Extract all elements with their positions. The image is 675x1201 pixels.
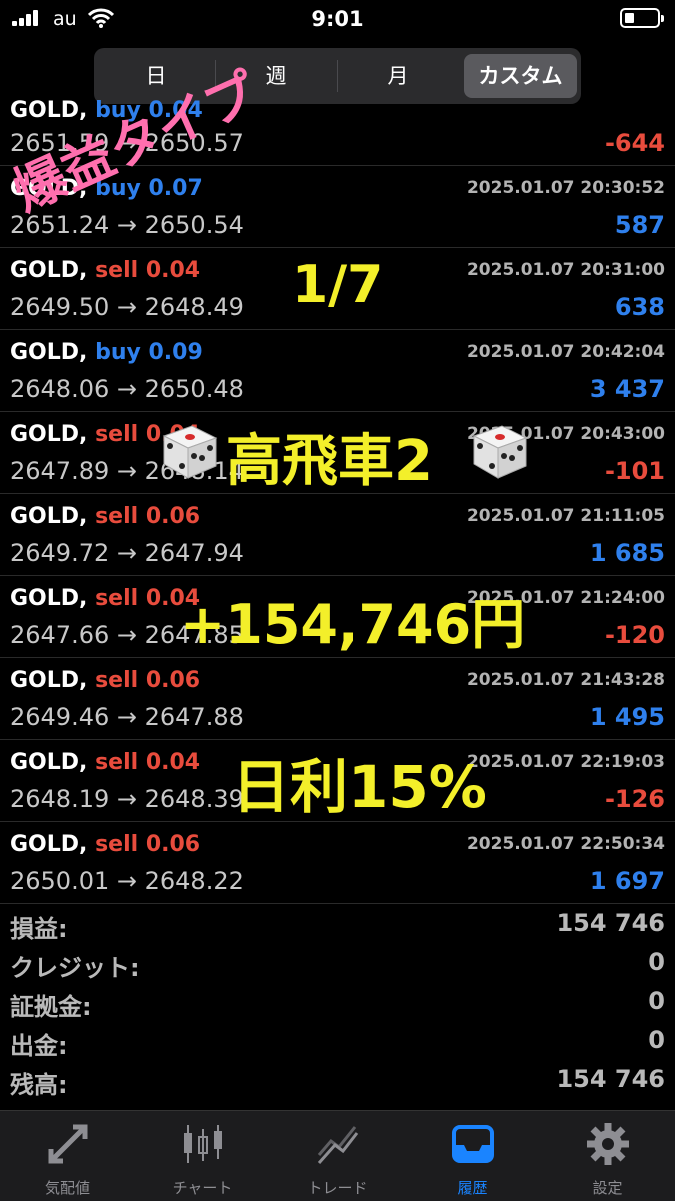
deal-time: 2025.01.07 22:50:34 (466, 834, 665, 854)
tab-bar: 気配値 チャート トレード 履歴 設定 (0, 1110, 675, 1201)
deal-prices: 2649.50 → 2648.49 (10, 293, 244, 321)
summary-label: クレジット: (10, 954, 140, 982)
overlay-date-text: 1/7 (292, 255, 384, 315)
deal-symbol: GOLD, sell 0.04 (10, 586, 201, 611)
overlay-strategy-text: 高飛車2 (226, 429, 433, 494)
deal-profit: 1 495 (589, 703, 665, 731)
tab-label: チャート (172, 1179, 233, 1197)
tab-history[interactable]: 履歴 (405, 1111, 540, 1201)
deal-prices: 2649.72 → 2647.94 (10, 539, 244, 567)
deal-profit: -120 (604, 621, 665, 649)
tab-quotes[interactable]: 気配値 (0, 1111, 135, 1201)
deal-time: 2025.01.07 21:11:05 (466, 506, 665, 526)
deal-row[interactable]: GOLD, sell 0.06 2025.01.07 22:50:34 2650… (0, 822, 675, 904)
quotes-icon (48, 1124, 88, 1164)
summary-value: 0 (648, 948, 665, 976)
trade-icon (317, 1126, 359, 1164)
deal-profit: 587 (614, 211, 665, 239)
segment-custom[interactable]: カスタム (464, 54, 577, 98)
deal-row[interactable]: GOLD, buy 0.09 2025.01.07 20:42:04 2648.… (0, 330, 675, 412)
summary-row-deposit: 証拠金: 0 (0, 983, 675, 1022)
deal-time: 2025.01.07 20:42:04 (466, 342, 665, 362)
deal-symbol: GOLD, sell 0.04 (10, 258, 201, 283)
tab-chart[interactable]: チャート (135, 1111, 270, 1201)
deal-symbol: GOLD, sell 0.06 (10, 504, 201, 529)
summary-value: 154 746 (556, 909, 665, 937)
summary-label: 出金: (10, 1032, 68, 1060)
deal-time: 2025.01.07 22:19:03 (466, 752, 665, 772)
summary-row-withdrawal: 出金: 0 (0, 1022, 675, 1061)
battery-icon (620, 8, 664, 28)
deal-time: 2025.01.07 20:30:52 (466, 178, 665, 198)
summary-row-profit: 損益: 154 746 (0, 905, 675, 944)
deal-symbol: GOLD, sell 0.04 (10, 750, 201, 775)
deal-row[interactable]: GOLD, sell 0.06 2025.01.07 21:43:28 2649… (0, 658, 675, 740)
deal-prices: 2650.01 → 2648.22 (10, 867, 244, 895)
tab-settings[interactable]: 設定 (540, 1111, 675, 1201)
dice-icon (472, 425, 528, 479)
tab-label: 設定 (592, 1179, 623, 1197)
deal-symbol: GOLD, buy 0.09 (10, 340, 203, 365)
deal-prices: 2649.46 → 2647.88 (10, 703, 244, 731)
tab-trade[interactable]: トレード (270, 1111, 405, 1201)
deal-profit: 638 (614, 293, 665, 321)
deal-profit: 3 437 (589, 375, 665, 403)
summary-row-credit: クレジット: 0 (0, 944, 675, 983)
deal-prices: 2648.19 → 2648.39 (10, 785, 244, 813)
summary-value: 0 (648, 1026, 665, 1054)
settings-icon (587, 1123, 629, 1165)
dice-icon (162, 425, 218, 479)
clock: 9:01 (311, 7, 364, 31)
status-bar: au 9:01 (0, 0, 675, 40)
segment-month[interactable]: 月 (340, 54, 456, 98)
overlay-rate-text: 日利15% (232, 753, 487, 821)
summary-value: 154 746 (556, 1065, 665, 1093)
deal-symbol: GOLD, sell 0.06 (10, 668, 201, 693)
tab-label: 気配値 (44, 1179, 90, 1197)
deal-time: 2025.01.07 21:43:28 (466, 670, 665, 690)
summary-value: 0 (648, 987, 665, 1015)
deal-time: 2025.01.07 20:31:00 (466, 260, 665, 280)
history-icon (452, 1125, 494, 1163)
deal-profit: -126 (604, 785, 665, 813)
account-summary: 損益: 154 746 クレジット: 0 証拠金: 0 出金: 0 残高: 15… (0, 905, 675, 1100)
deal-symbol: GOLD, sell 0.06 (10, 832, 201, 857)
deal-row[interactable]: GOLD, sell 0.06 2025.01.07 21:11:05 2649… (0, 494, 675, 576)
summary-label: 残高: (10, 1071, 68, 1099)
deal-profit: -644 (604, 129, 665, 157)
tab-label: トレード (307, 1179, 368, 1197)
deal-profit: 1 697 (589, 867, 665, 895)
summary-row-balance: 残高: 154 746 (0, 1061, 675, 1100)
segment-divider (337, 60, 338, 92)
deal-profit: -101 (604, 457, 665, 485)
summary-label: 証拠金: (10, 993, 92, 1021)
summary-label: 損益: (10, 915, 68, 943)
overlay-profit-text: +154,746円 (180, 593, 526, 656)
chart-icon (184, 1125, 222, 1163)
deal-profit: 1 685 (589, 539, 665, 567)
deal-prices: 2648.06 → 2650.48 (10, 375, 244, 403)
tab-label: 履歴 (457, 1179, 488, 1197)
